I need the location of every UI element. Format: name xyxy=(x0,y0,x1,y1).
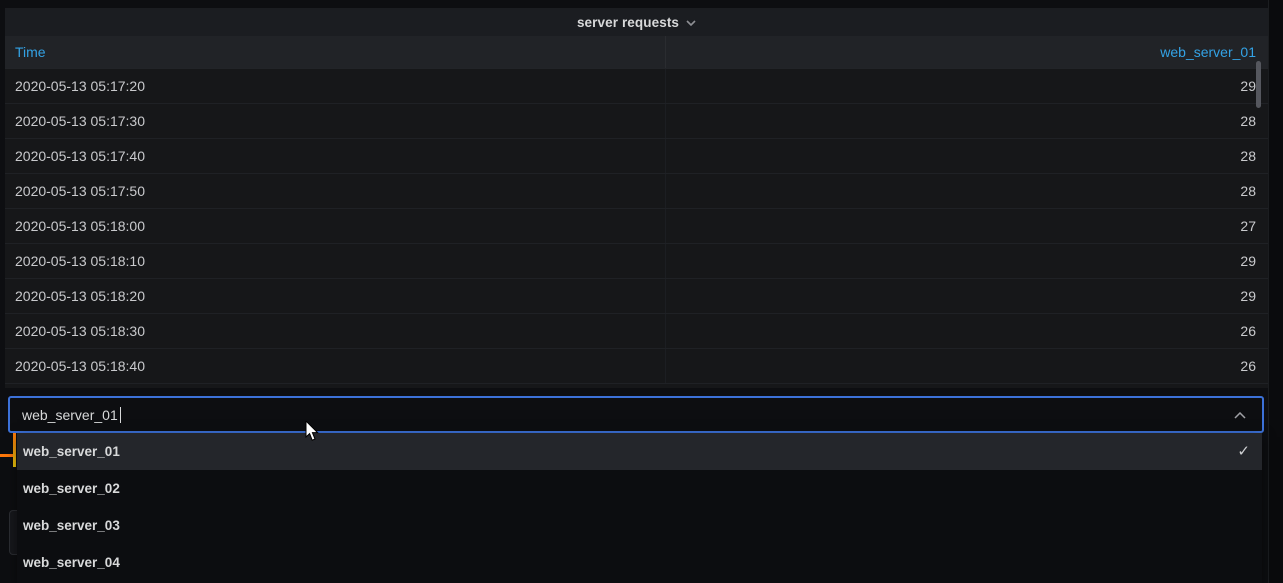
time-cell: 2020-05-13 05:18:20 xyxy=(5,288,665,304)
value-cell: 29 xyxy=(665,69,1268,103)
chevron-down-icon xyxy=(686,20,696,26)
column-header-web-server-01[interactable]: web_server_01 xyxy=(665,36,1268,68)
value-cell: 29 xyxy=(665,244,1268,278)
page-right-margin xyxy=(1268,0,1283,583)
time-cell: 2020-05-13 05:18:30 xyxy=(5,323,665,339)
series-select-combobox[interactable]: web_server_01 xyxy=(8,396,1264,433)
table-header: Time web_server_01 xyxy=(5,36,1268,69)
mouse-cursor xyxy=(305,421,320,442)
table-row: 2020-05-13 05:17:3028 xyxy=(5,104,1268,139)
series-dropdown-menu: web_server_01✓web_server_02web_server_03… xyxy=(17,433,1262,583)
series-select-value: web_server_01 xyxy=(10,407,118,423)
table-row: 2020-05-13 05:18:1029 xyxy=(5,244,1268,279)
value-cell: 28 xyxy=(665,174,1268,208)
time-cell: 2020-05-13 05:17:50 xyxy=(5,183,665,199)
table-scrollbar-thumb[interactable] xyxy=(1256,61,1261,108)
dropdown-option[interactable]: web_server_02 xyxy=(17,470,1262,507)
time-cell: 2020-05-13 05:18:00 xyxy=(5,218,665,234)
dropdown-option-label: web_server_01 xyxy=(23,433,1237,470)
dropdown-option[interactable]: web_server_04 xyxy=(17,544,1262,581)
table-row: 2020-05-13 05:18:2029 xyxy=(5,279,1268,314)
chevron-up-icon[interactable] xyxy=(1234,412,1246,419)
value-cell: 28 xyxy=(665,139,1268,173)
server-requests-panel: server requests Time web_server_01 2020-… xyxy=(5,8,1268,388)
value-cell: 26 xyxy=(665,314,1268,348)
time-cell: 2020-05-13 05:17:30 xyxy=(5,113,665,129)
time-cell: 2020-05-13 05:18:10 xyxy=(5,253,665,269)
value-cell: 29 xyxy=(665,279,1268,313)
table-row: 2020-05-13 05:18:0027 xyxy=(5,209,1268,244)
panel-header-menu[interactable]: server requests xyxy=(5,8,1268,36)
time-cell: 2020-05-13 05:18:40 xyxy=(5,358,665,374)
dropdown-option[interactable]: web_server_03 xyxy=(17,507,1262,544)
table-row: 2020-05-13 05:17:4028 xyxy=(5,139,1268,174)
series-color-marker xyxy=(13,433,16,467)
time-cell: 2020-05-13 05:17:40 xyxy=(5,148,665,164)
dropdown-option-label: web_server_04 xyxy=(23,544,1262,581)
series-line-segment xyxy=(0,454,13,457)
value-cell: 28 xyxy=(665,104,1268,138)
table-row: 2020-05-13 05:18:4026 xyxy=(5,349,1268,384)
dropdown-option[interactable]: web_server_01✓ xyxy=(17,433,1262,470)
time-cell: 2020-05-13 05:17:20 xyxy=(5,78,665,94)
table-row: 2020-05-13 05:17:2029 xyxy=(5,69,1268,104)
panel-title: server requests xyxy=(577,15,679,30)
table-row: 2020-05-13 05:18:3026 xyxy=(5,314,1268,349)
grafana-panel-edit-view: server requests Time web_server_01 2020-… xyxy=(0,0,1283,583)
dropdown-option-label: web_server_03 xyxy=(23,507,1262,544)
value-cell: 27 xyxy=(665,209,1268,243)
value-cell: 26 xyxy=(665,349,1268,383)
text-caret xyxy=(120,407,121,423)
dropdown-option-label: web_server_02 xyxy=(23,470,1262,507)
column-header-time[interactable]: Time xyxy=(5,44,665,60)
check-icon: ✓ xyxy=(1237,433,1250,470)
table-row: 2020-05-13 05:17:5028 xyxy=(5,174,1268,209)
table-body: 2020-05-13 05:17:20292020-05-13 05:17:30… xyxy=(5,69,1268,384)
